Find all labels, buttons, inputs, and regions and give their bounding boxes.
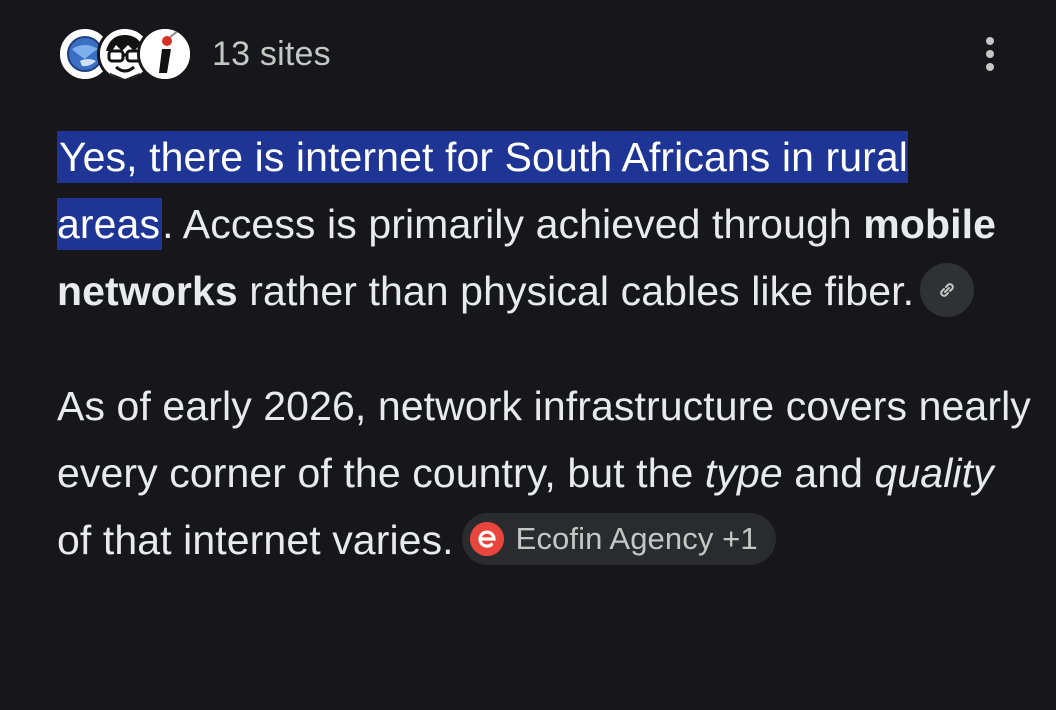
more-vertical-icon-dot (986, 50, 994, 58)
italic-text: quality (874, 450, 994, 496)
ecofin-e-icon (469, 522, 504, 557)
italic-text: type (704, 450, 783, 496)
answer-text: and (782, 450, 875, 496)
answer-text: rather than physical cables like fiber. (237, 268, 915, 314)
info-pin-favicon-icon (137, 26, 193, 82)
more-options-button[interactable] (972, 34, 1008, 74)
citation-link-button[interactable] (920, 263, 975, 318)
answer-text: . Access is primarily achieved through (162, 201, 864, 247)
sources-header[interactable]: 13 sites (57, 24, 331, 84)
source-label: Ecofin Agency +1 (515, 521, 758, 557)
sites-count-label[interactable]: 13 sites (212, 35, 331, 74)
source-citation-chip[interactable]: Ecofin Agency +1 (461, 513, 776, 566)
answer-paragraph-1: Yes, there is internet for South African… (57, 124, 1032, 325)
answer-paragraph-2: As of early 2026, network infrastructure… (57, 373, 1032, 574)
source-favicons[interactable] (57, 26, 193, 82)
ai-answer-body: Yes, there is internet for South African… (57, 124, 1032, 574)
more-vertical-icon (986, 37, 994, 45)
more-vertical-icon-dot (986, 63, 994, 71)
answer-text: of that internet varies. (57, 517, 454, 563)
link-icon (940, 283, 954, 297)
